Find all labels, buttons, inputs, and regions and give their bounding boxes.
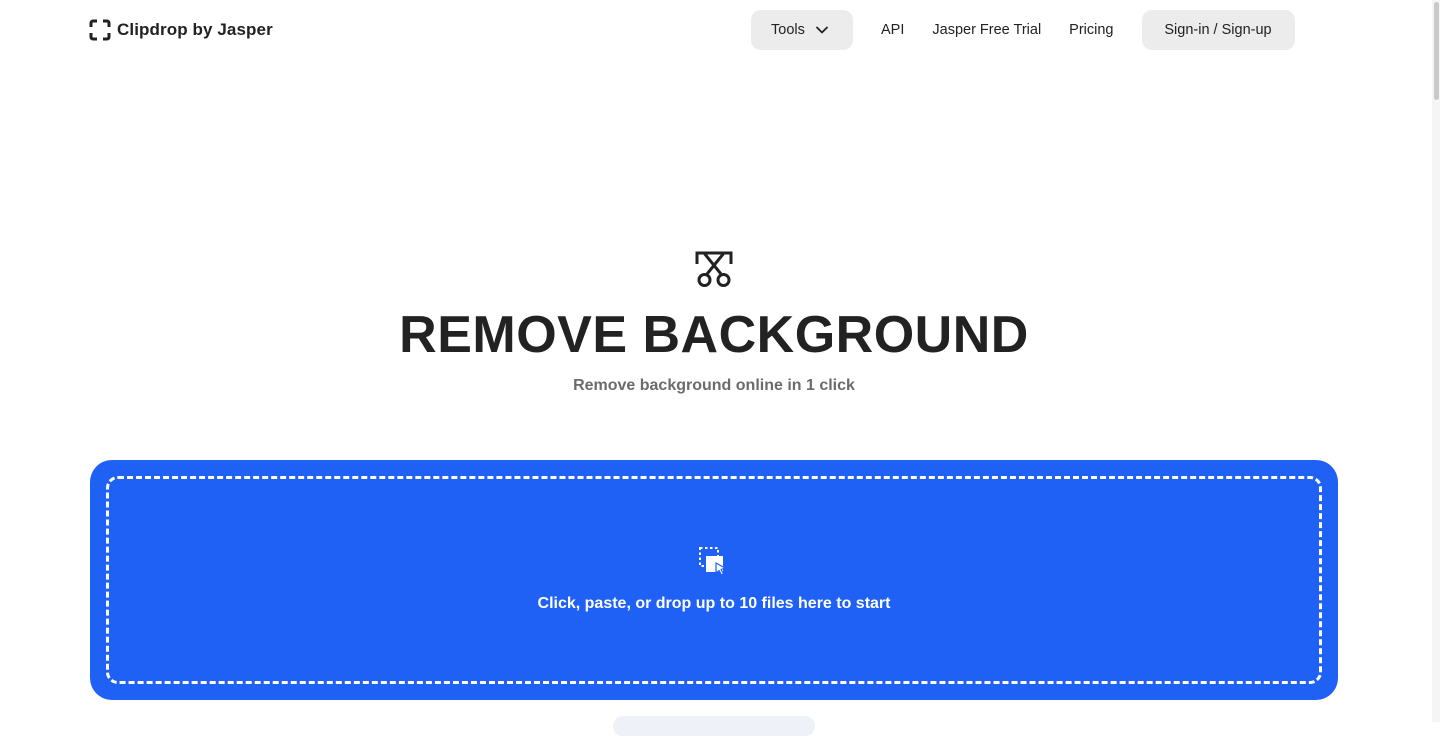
below-fold-element: [613, 716, 815, 736]
nav-link-jasper-free-trial[interactable]: Jasper Free Trial: [932, 10, 1041, 50]
main-nav: Tools API Jasper Free Trial Pricing Sign…: [751, 10, 1295, 50]
scrollbar-thumb[interactable]: [1434, 2, 1439, 100]
tools-dropdown-button[interactable]: Tools: [751, 10, 853, 50]
page-title: REMOVE BACKGROUND: [399, 306, 1029, 364]
clipdrop-logo-icon: [89, 19, 111, 41]
nav-link-pricing[interactable]: Pricing: [1069, 10, 1113, 50]
logo-text: Clipdrop by Jasper: [117, 20, 273, 39]
tools-label: Tools: [771, 22, 805, 38]
scissors-icon: [695, 251, 733, 287]
page-scrollbar[interactable]: [1432, 0, 1440, 722]
chevron-down-icon: [815, 26, 828, 34]
dropzone-instruction: Click, paste, or drop up to 10 files her…: [537, 595, 891, 612]
upload-cursor-icon: [699, 547, 726, 576]
top-header: Clipdrop by Jasper Tools API Jasper Free…: [0, 0, 1440, 60]
file-dropzone[interactable]: Click, paste, or drop up to 10 files her…: [90, 460, 1338, 700]
nav-link-api[interactable]: API: [881, 10, 904, 50]
page-subtitle: Remove background online in 1 click: [573, 377, 855, 394]
dropzone-dashed-border: [106, 476, 1322, 684]
sign-in-button[interactable]: Sign-in / Sign-up: [1141, 10, 1295, 50]
logo[interactable]: Clipdrop by Jasper: [89, 18, 273, 42]
